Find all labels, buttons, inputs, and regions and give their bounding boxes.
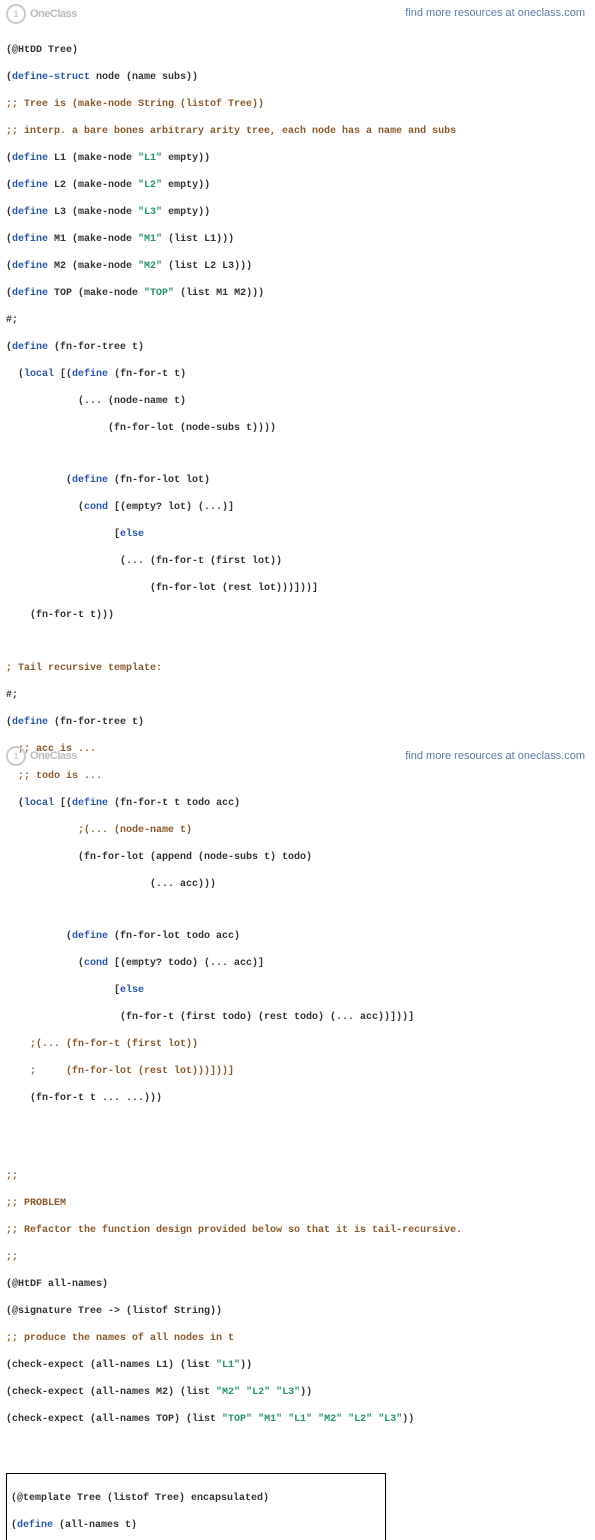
code-line: (define L2 (make-node "L2" empty)) <box>6 179 589 193</box>
code-line: (... (fn-for-t (first lot)) <box>6 555 589 569</box>
comment-line: ;; Tree is (make-node String (listof Tre… <box>6 98 589 112</box>
brand-name: OneClass <box>30 749 77 764</box>
code-listing: (@HtDD Tree) (define-struct node (name s… <box>6 30 589 1540</box>
comment-line: ;; PROBLEM <box>6 1197 589 1211</box>
comment-line: ;(... (fn-for-t (first lot)) <box>6 1038 589 1052</box>
logo-icon: 1 <box>6 746 26 766</box>
code-line: (fn-for-lot (node-subs t)))) <box>6 422 589 436</box>
code-line: (define L1 (make-node "L1" empty)) <box>6 152 589 166</box>
comment-line: ;; produce the names of all nodes in t <box>6 1332 589 1346</box>
top-resource-link[interactable]: find more resources at oneclass.com <box>405 6 585 21</box>
code-line: [else <box>6 528 589 542</box>
code-line <box>6 905 589 917</box>
code-line: (@signature Tree -> (listof String)) <box>6 1305 589 1319</box>
highlighted-code-box: (@template Tree (listof Tree) encapsulat… <box>6 1473 386 1540</box>
code-line: (check-expect (all-names L1) (list "L1")… <box>6 1359 589 1373</box>
code-line: (define (fn-for-tree t) <box>6 716 589 730</box>
code-line <box>6 1145 589 1157</box>
code-line: (local [(define (fn-for-t t todo acc) <box>6 797 589 811</box>
watermark-bottom: 1 OneClass <box>6 746 77 766</box>
code-line: (fn-for-t t ... ...))) <box>6 1092 589 1106</box>
code-line: (local [(define (fn-for-t t) <box>6 368 589 382</box>
code-line: (define-struct node (name subs)) <box>6 71 589 85</box>
code-line: (cond [(empty? todo) (... acc)] <box>6 957 589 971</box>
code-line: [else <box>6 984 589 998</box>
code-line: (cond [(empty? lot) (...)] <box>6 501 589 515</box>
document-page: 1 OneClass find more resources at onecla… <box>0 0 595 770</box>
comment-line: ;; Refactor the function design provided… <box>6 1224 589 1238</box>
comment-line: ;; <box>6 1170 589 1184</box>
comment-line: ;(... (node-name t) <box>6 824 589 838</box>
code-line: (define (fn-for-lot todo acc) <box>6 930 589 944</box>
code-line: (@HtDD Tree) <box>6 44 589 58</box>
code-line: (@HtDF all-names) <box>6 1278 589 1292</box>
comment-line: ; (fn-for-lot (rest lot)))]))] <box>6 1065 589 1079</box>
bottom-resource-link[interactable]: find more resources at oneclass.com <box>405 749 585 764</box>
code-line: (... acc))) <box>6 878 589 892</box>
code-line: (fn-for-lot (rest lot)))]))] <box>6 582 589 596</box>
code-line: (check-expect (all-names M2) (list "M2" … <box>6 1386 589 1400</box>
code-line: (@template Tree (listof Tree) encapsulat… <box>11 1492 381 1506</box>
comment-line: ;; interp. a bare bones arbitrary arity … <box>6 125 589 139</box>
code-line: (define (fn-for-lot lot) <box>6 474 589 488</box>
code-line: (define M1 (make-node "M1" (list L1))) <box>6 233 589 247</box>
code-line: (fn-for-t (first todo) (rest todo) (... … <box>6 1011 589 1025</box>
logo-icon: 1 <box>6 4 26 24</box>
code-line: (define L3 (make-node "L3" empty)) <box>6 206 589 220</box>
comment-line: ;; <box>6 1251 589 1265</box>
code-line: #; <box>6 314 589 328</box>
code-line: (fn-for-lot (append (node-subs t) todo) <box>6 851 589 865</box>
code-line: (fn-for-t t))) <box>6 609 589 623</box>
code-line: (define TOP (make-node "TOP" (list M1 M2… <box>6 287 589 301</box>
code-line: (check-expect (all-names TOP) (list "TOP… <box>6 1413 589 1427</box>
comment-line: ; Tail recursive template: <box>6 662 589 676</box>
code-line: (define (all-names t) <box>11 1519 381 1533</box>
brand-name: OneClass <box>30 7 77 22</box>
comment-line: ;; todo is ... <box>6 770 589 784</box>
code-line: (define M2 (make-node "M2" (list L2 L3))… <box>6 260 589 274</box>
watermark-top: 1 OneClass <box>6 4 77 24</box>
code-line: (... (node-name t) <box>6 395 589 409</box>
code-line <box>6 636 589 648</box>
code-line: #; <box>6 689 589 703</box>
code-line <box>6 449 589 461</box>
code-line: (define (fn-for-tree t) <box>6 341 589 355</box>
code-line <box>6 1119 589 1131</box>
